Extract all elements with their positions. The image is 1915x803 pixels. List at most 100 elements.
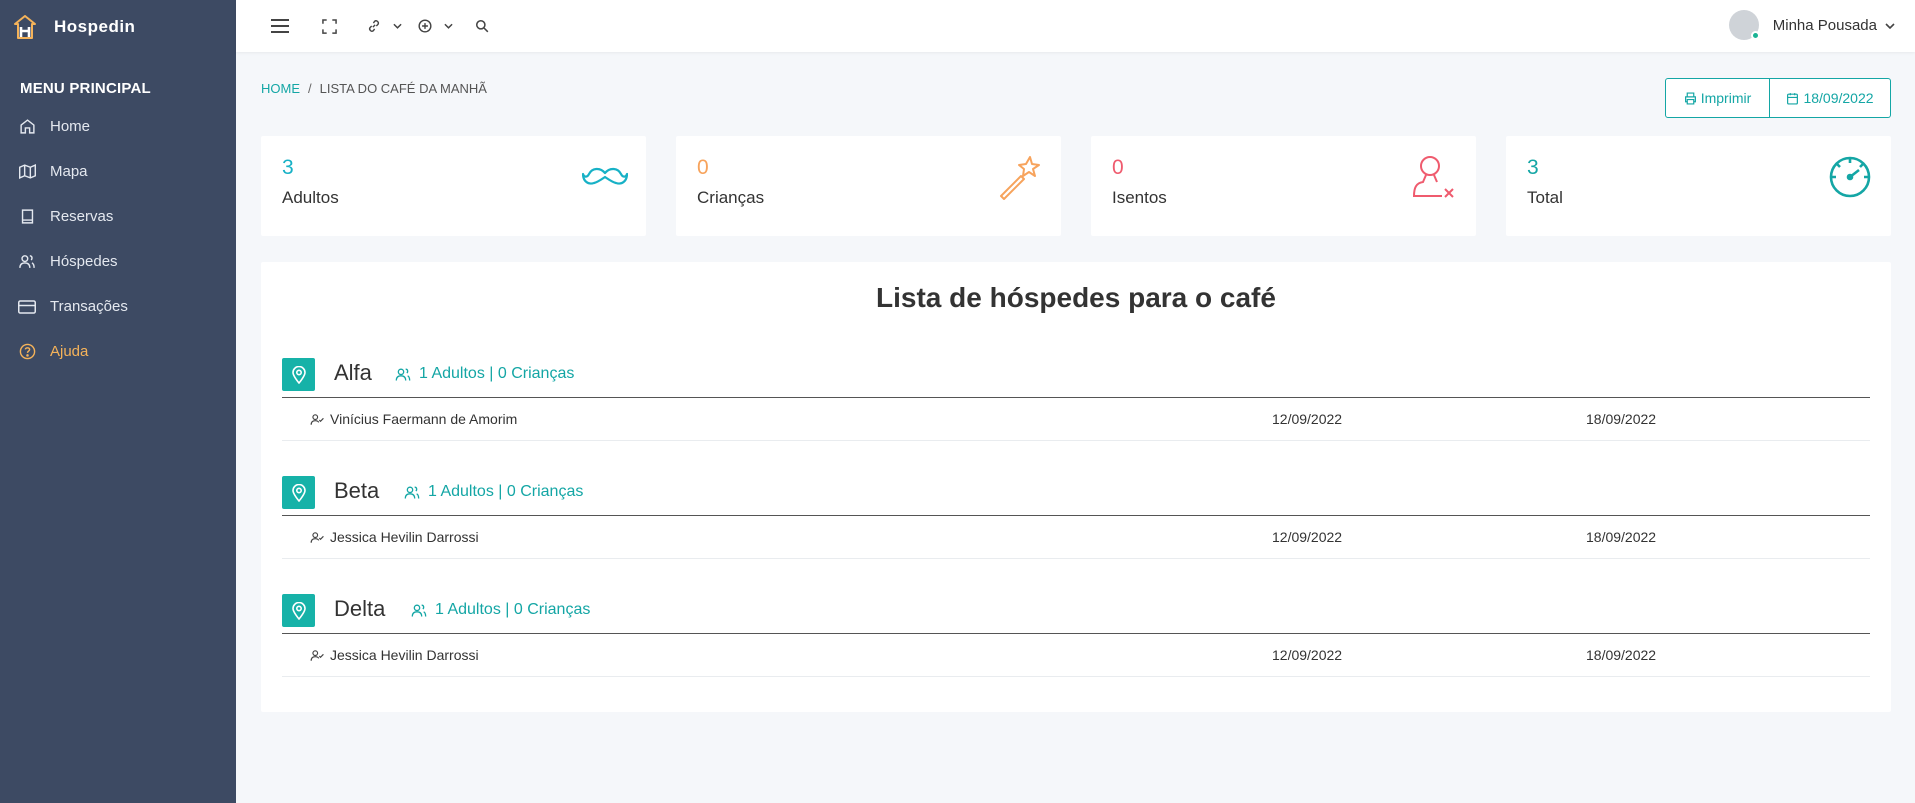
room-group-delta: Delta 1 Adultos | 0 Crianças Jessica Hev… <box>282 594 1870 677</box>
sidebar-item-label: Mapa <box>50 163 88 180</box>
stat-card-children: 0 Crianças <box>676 136 1061 236</box>
stat-label: Crianças <box>697 188 765 207</box>
stat-card-adults: 3 Adultos <box>261 136 646 236</box>
breadcrumb-current: LISTA DO CAFÉ DA MANHÃ <box>319 81 487 96</box>
mustache-icon <box>582 154 628 200</box>
group-header: Delta 1 Adultos | 0 Crianças <box>282 594 1870 634</box>
book-icon <box>18 208 36 226</box>
speedometer-icon <box>1827 154 1873 200</box>
map-icon <box>18 163 36 181</box>
chevron-down-icon <box>1885 16 1895 34</box>
print-label: Imprimir <box>1700 90 1752 106</box>
date-label: 18/09/2022 <box>1803 90 1874 106</box>
stat-value: 0 <box>697 156 709 179</box>
calendar-icon <box>1787 92 1799 105</box>
stat-label: Total <box>1527 188 1563 207</box>
sidebar-item-reservations[interactable]: Reservas <box>0 194 236 239</box>
map-pin-icon <box>282 358 315 391</box>
guest-count: 1 Adultos | 0 Crianças <box>395 365 574 383</box>
guest-name-text: Vinícius Faermann de Amorim <box>330 411 518 427</box>
guest-count-label: 1 Adultos | 0 Crianças <box>435 601 591 618</box>
sidebar-item-help[interactable]: Ajuda <box>0 329 236 374</box>
stat-value: 3 <box>1527 156 1539 179</box>
table-row[interactable]: Jessica Hevilin Darrossi 12/09/2022 18/0… <box>282 634 1870 677</box>
breadcrumb-separator: / <box>308 81 312 96</box>
guest-name: Jessica Hevilin Darrossi <box>310 529 479 545</box>
room-name: Alfa <box>334 360 372 385</box>
guest-count: 1 Adultos | 0 Crianças <box>404 483 583 501</box>
sidebar-item-label: Reservas <box>50 208 114 225</box>
print-button[interactable]: Imprimir <box>1665 78 1770 118</box>
room-group-beta: Beta 1 Adultos | 0 Crianças Jessica Hevi… <box>282 476 1870 559</box>
stat-label: Adultos <box>282 188 339 207</box>
stat-value: 0 <box>1112 156 1124 179</box>
sidebar-item-guests[interactable]: Hóspedes <box>0 239 236 284</box>
check-in-date: 12/09/2022 <box>1272 411 1343 427</box>
map-pin-icon <box>282 594 315 627</box>
sidebar-item-transactions[interactable]: Transações <box>0 284 236 329</box>
sidebar-item-label: Home <box>50 118 91 135</box>
check-in-date: 12/09/2022 <box>1272 529 1343 545</box>
sidebar-item-label: Hóspedes <box>50 253 118 270</box>
printer-icon <box>1684 91 1696 105</box>
group-header: Alfa 1 Adultos | 0 Crianças <box>282 358 1870 398</box>
help-circle-icon <box>18 343 36 361</box>
fullscreen-icon[interactable] <box>322 14 337 38</box>
check-out-date: 18/09/2022 <box>1586 647 1657 663</box>
check-out-date: 18/09/2022 <box>1586 529 1657 545</box>
users-icon <box>404 486 420 499</box>
check-out-date: 18/09/2022 <box>1586 411 1657 427</box>
sidebar: Hospedin MENU PRINCIPAL Home Mapa Reserv… <box>0 0 236 803</box>
user-check-icon <box>310 531 324 543</box>
online-status-dot <box>1750 31 1760 40</box>
user-check-icon <box>310 413 324 425</box>
room-group-alfa: Alfa 1 Adultos | 0 Crianças Vinícius Fae… <box>282 358 1870 441</box>
user-check-icon <box>310 649 324 661</box>
users-icon <box>411 603 427 617</box>
stat-label: Isentos <box>1112 188 1167 207</box>
sidebar-item-label: Ajuda <box>50 343 89 360</box>
sidebar-item-home[interactable]: Home <box>0 104 236 149</box>
magic-wand-icon <box>997 154 1043 200</box>
search-icon[interactable] <box>475 14 489 38</box>
room-name: Delta <box>334 596 386 621</box>
chevron-down-icon[interactable] <box>393 14 402 38</box>
check-in-date: 12/09/2022 <box>1272 647 1343 663</box>
breadcrumb: HOME / LISTA DO CAFÉ DA MANHÃ <box>261 81 487 96</box>
link-icon[interactable] <box>367 14 381 38</box>
table-row[interactable]: Vinícius Faermann de Amorim 12/09/2022 1… <box>282 398 1870 441</box>
room-name: Beta <box>334 478 380 503</box>
map-pin-icon <box>282 476 315 509</box>
guest-name: Jessica Hevilin Darrossi <box>310 647 479 663</box>
sidebar-item-label: Transações <box>50 298 128 315</box>
users-icon <box>18 253 36 271</box>
date-button[interactable]: 18/09/2022 <box>1770 78 1891 118</box>
table-row[interactable]: Jessica Hevilin Darrossi 12/09/2022 18/0… <box>282 516 1870 559</box>
user-menu[interactable]: Minha Pousada <box>1728 10 1895 40</box>
sidebar-item-map[interactable]: Mapa <box>0 149 236 194</box>
guest-count: 1 Adultos | 0 Crianças <box>411 601 590 619</box>
add-circle-icon[interactable] <box>418 14 432 38</box>
topbar: Minha Pousada <box>236 0 1915 52</box>
menu-title: MENU PRINCIPAL <box>20 80 151 97</box>
avatar <box>1728 10 1760 40</box>
stat-card-total: 3 Total <box>1506 136 1891 236</box>
guest-name: Vinícius Faermann de Amorim <box>310 411 517 427</box>
actions-group: Imprimir 18/09/2022 <box>1665 78 1891 118</box>
guest-count-label: 1 Adultos | 0 Crianças <box>428 483 584 500</box>
breadcrumb-home[interactable]: HOME <box>261 81 300 96</box>
chevron-down-icon[interactable] <box>444 14 453 38</box>
guest-name-text: Jessica Hevilin Darrossi <box>330 647 479 663</box>
breakfast-list-panel: Lista de hóspedes para o café Alfa 1 Adu… <box>261 262 1891 712</box>
credit-card-icon <box>18 298 36 316</box>
users-icon <box>395 368 411 381</box>
stat-card-exempt: 0 Isentos <box>1091 136 1476 236</box>
guest-name-text: Jessica Hevilin Darrossi <box>330 529 479 545</box>
home-icon <box>18 118 36 136</box>
menu-toggle-icon[interactable] <box>270 14 290 38</box>
user-x-icon <box>1412 154 1458 200</box>
guest-count-label: 1 Adultos | 0 Crianças <box>419 365 575 382</box>
brand[interactable]: Hospedin <box>0 0 236 54</box>
stat-value: 3 <box>282 156 294 179</box>
user-name: Minha Pousada <box>1772 16 1877 34</box>
